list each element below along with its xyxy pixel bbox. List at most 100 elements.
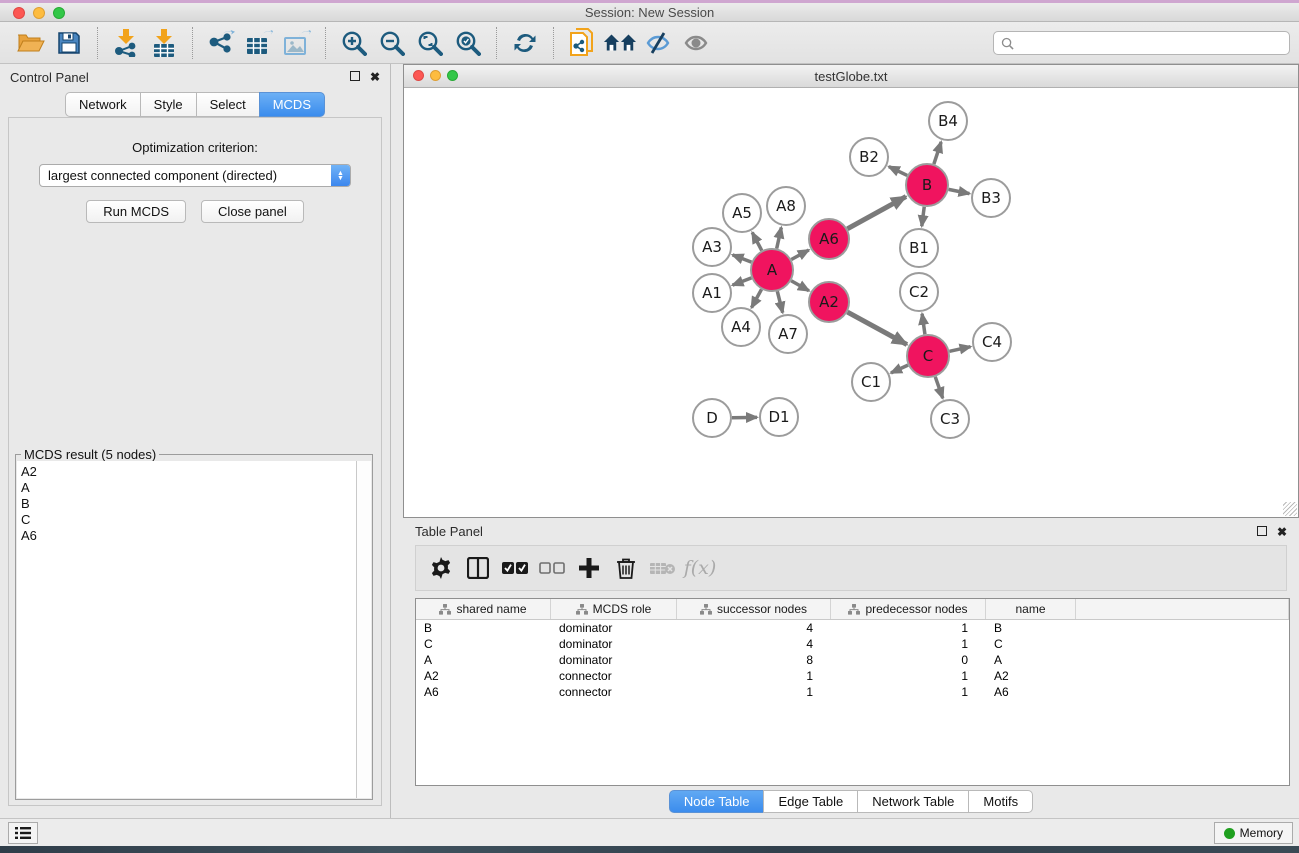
float-table-panel-icon[interactable] [1257,526,1267,538]
cell-MCDS-role[interactable]: connector [551,684,677,700]
edge-A2-C[interactable] [847,312,906,344]
cell-predecessor-nodes[interactable]: 1 [831,636,986,652]
node-C[interactable]: C [907,335,949,377]
tab-motifs[interactable]: Motifs [968,790,1033,813]
result-item[interactable]: C [21,512,356,528]
cell-name[interactable]: A6 [986,684,1076,700]
cell-predecessor-nodes[interactable]: 0 [831,652,986,668]
tab-network[interactable]: Network [65,92,140,117]
node-A[interactable]: A [751,249,793,291]
save-icon[interactable] [52,26,86,60]
edge-B-B4[interactable] [934,142,941,164]
cell-shared-name[interactable]: A [416,652,551,668]
task-history-button[interactable] [8,822,38,844]
edge-A-A6[interactable] [791,250,808,260]
resize-grip[interactable] [1283,502,1297,516]
column-header-shared-name[interactable]: shared name [416,599,551,619]
cell-predecessor-nodes[interactable]: 1 [831,620,986,636]
export-image-icon[interactable] [280,26,314,60]
run-mcds-button[interactable]: Run MCDS [86,200,186,223]
edge-A6-B[interactable] [847,197,906,229]
table-row[interactable]: Cdominator41C [416,636,1289,652]
function-icon[interactable]: f(x) [685,553,715,583]
show-details-icon[interactable] [679,26,713,60]
tab-style[interactable]: Style [140,92,196,117]
node-A3[interactable]: A3 [693,228,731,266]
edge-C-C1[interactable] [891,365,908,373]
node-A4[interactable]: A4 [722,308,760,346]
result-scrollbar[interactable] [357,461,371,798]
network-window-titlebar[interactable]: testGlobe.txt [404,65,1298,88]
float-panel-icon[interactable] [350,71,360,83]
network-canvas[interactable]: B4B2BB3A5A8A6A3B1AA1C2A2A4A7C4CC1C3DD1 [404,88,1298,517]
tab-edge-table[interactable]: Edge Table [763,790,857,813]
zoom-fit-icon[interactable] [413,26,447,60]
result-item[interactable]: A6 [21,528,356,544]
edge-A-A8[interactable] [777,227,782,248]
node-B[interactable]: B [906,164,948,206]
node-A6[interactable]: A6 [809,219,849,259]
node-C2[interactable]: C2 [900,273,938,311]
edge-A-A2[interactable] [791,281,809,291]
hide-details-icon[interactable] [641,26,675,60]
edge-C-C2[interactable] [922,314,925,334]
node-C4[interactable]: C4 [973,323,1011,361]
cell-shared-name[interactable]: C [416,636,551,652]
edge-A-A1[interactable] [733,278,752,285]
close-window-button[interactable] [13,7,25,19]
tab-node-table[interactable]: Node Table [669,790,764,813]
edge-A-A4[interactable] [752,289,762,307]
zoom-out-icon[interactable] [375,26,409,60]
node-A2[interactable]: A2 [809,282,849,322]
close-table-panel-icon[interactable]: ✖ [1277,526,1287,538]
cell-name[interactable]: A [986,652,1076,668]
add-icon[interactable] [574,553,604,583]
column-header-MCDS-role[interactable]: MCDS role [551,599,677,619]
split-columns-icon[interactable] [463,553,493,583]
node-C3[interactable]: C3 [931,400,969,438]
node-B2[interactable]: B2 [850,138,888,176]
network-graph[interactable]: B4B2BB3A5A8A6A3B1AA1C2A2A4A7C4CC1C3DD1 [404,88,1298,517]
table-row[interactable]: Bdominator41B [416,620,1289,636]
export-network-icon[interactable] [204,26,238,60]
edge-B-B3[interactable] [949,189,970,193]
cell-successor-nodes[interactable]: 4 [677,620,831,636]
network-maximize-button[interactable] [447,70,458,81]
tab-mcds[interactable]: MCDS [259,92,325,117]
edge-C-C4[interactable] [949,347,970,352]
table-row[interactable]: Adominator80A [416,652,1289,668]
select-all-icon[interactable] [500,553,530,583]
node-A7[interactable]: A7 [769,315,807,353]
close-panel-button[interactable]: Close panel [201,200,304,223]
export-table-icon[interactable] [242,26,276,60]
node-A8[interactable]: A8 [767,187,805,225]
result-item[interactable]: A [21,480,356,496]
mcds-result-list[interactable]: A2ABCA6 [17,461,357,798]
node-B3[interactable]: B3 [972,179,1010,217]
column-header-predecessor-nodes[interactable]: predecessor nodes [831,599,986,619]
cell-shared-name[interactable]: A6 [416,684,551,700]
edge-B-B2[interactable] [889,167,907,176]
minimize-window-button[interactable] [33,7,45,19]
tab-select[interactable]: Select [196,92,259,117]
node-A1[interactable]: A1 [693,274,731,312]
open-folder-icon[interactable] [14,26,48,60]
gear-icon[interactable] [426,553,456,583]
cell-successor-nodes[interactable]: 4 [677,636,831,652]
node-table[interactable]: shared nameMCDS rolesuccessor nodesprede… [415,598,1290,786]
cell-shared-name[interactable]: B [416,620,551,636]
edge-A-A7[interactable] [777,291,782,312]
cell-shared-name[interactable]: A2 [416,668,551,684]
edge-B-B1[interactable] [922,207,924,226]
edge-A-A5[interactable] [752,232,762,250]
node-B1[interactable]: B1 [900,229,938,267]
import-table-icon[interactable] [147,26,181,60]
cell-name[interactable]: B [986,620,1076,636]
close-panel-icon[interactable]: ✖ [370,71,380,83]
memory-button[interactable]: Memory [1214,822,1293,844]
result-item[interactable]: A2 [21,464,356,480]
node-B4[interactable]: B4 [929,102,967,140]
cell-MCDS-role[interactable]: dominator [551,652,677,668]
table-row[interactable]: A2connector11A2 [416,668,1289,684]
cell-MCDS-role[interactable]: dominator [551,620,677,636]
